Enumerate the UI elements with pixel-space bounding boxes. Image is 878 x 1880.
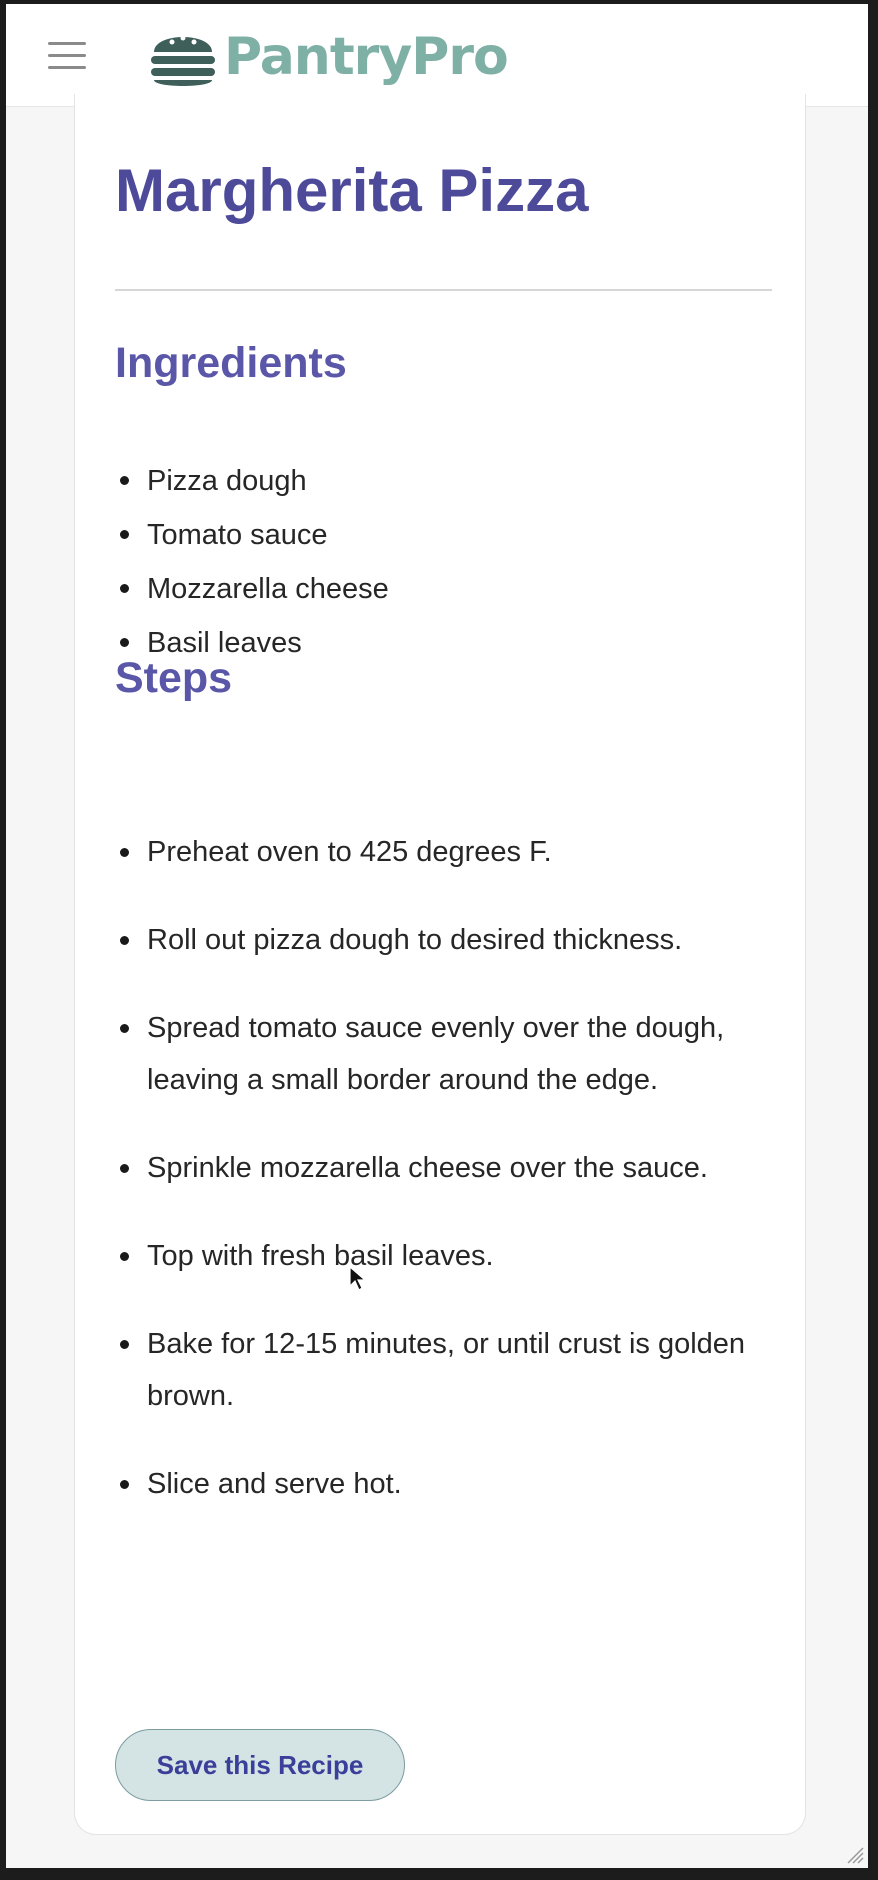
ingredient-item: Mozzarella cheese <box>120 562 767 616</box>
title-divider <box>115 289 772 291</box>
step-item: Spread tomato sauce evenly over the doug… <box>120 1002 747 1106</box>
hamburger-menu-icon[interactable] <box>48 40 86 72</box>
mouse-cursor-icon <box>349 1266 367 1291</box>
step-item: Slice and serve hot. <box>120 1458 747 1510</box>
save-recipe-button[interactable]: Save this Recipe <box>115 1729 405 1801</box>
burger-logo-icon <box>151 35 215 86</box>
steps-list: Preheat oven to 425 degrees F. Roll out … <box>120 826 747 1546</box>
step-item: Sprinkle mozzarella cheese over the sauc… <box>120 1142 747 1194</box>
browser-viewport: PantryPro Margherita Pizza Ingredients P… <box>6 4 868 1868</box>
ingredient-item: Basil leaves <box>120 616 767 670</box>
ingredients-heading: Ingredients <box>115 339 347 387</box>
step-item: Roll out pizza dough to desired thicknes… <box>120 914 747 966</box>
recipe-card: Margherita Pizza Ingredients Pizza dough… <box>74 94 806 1835</box>
recipe-title: Margherita Pizza <box>115 157 589 224</box>
brand-logo[interactable]: PantryPro <box>148 22 509 92</box>
brand-name: PantryPro <box>224 27 509 87</box>
step-item: Bake for 12-15 minutes, or until crust i… <box>120 1318 747 1422</box>
ingredient-item: Pizza dough <box>120 454 767 508</box>
steps-heading: Steps <box>115 654 233 702</box>
app-header: PantryPro <box>6 4 868 107</box>
ingredients-list: Pizza dough Tomato sauce Mozzarella chee… <box>120 454 767 670</box>
resize-grip-icon[interactable] <box>842 1842 864 1864</box>
ingredient-item: Tomato sauce <box>120 508 767 562</box>
step-item: Top with fresh basil leaves. <box>120 1230 747 1282</box>
step-item: Preheat oven to 425 degrees F. <box>120 826 747 878</box>
